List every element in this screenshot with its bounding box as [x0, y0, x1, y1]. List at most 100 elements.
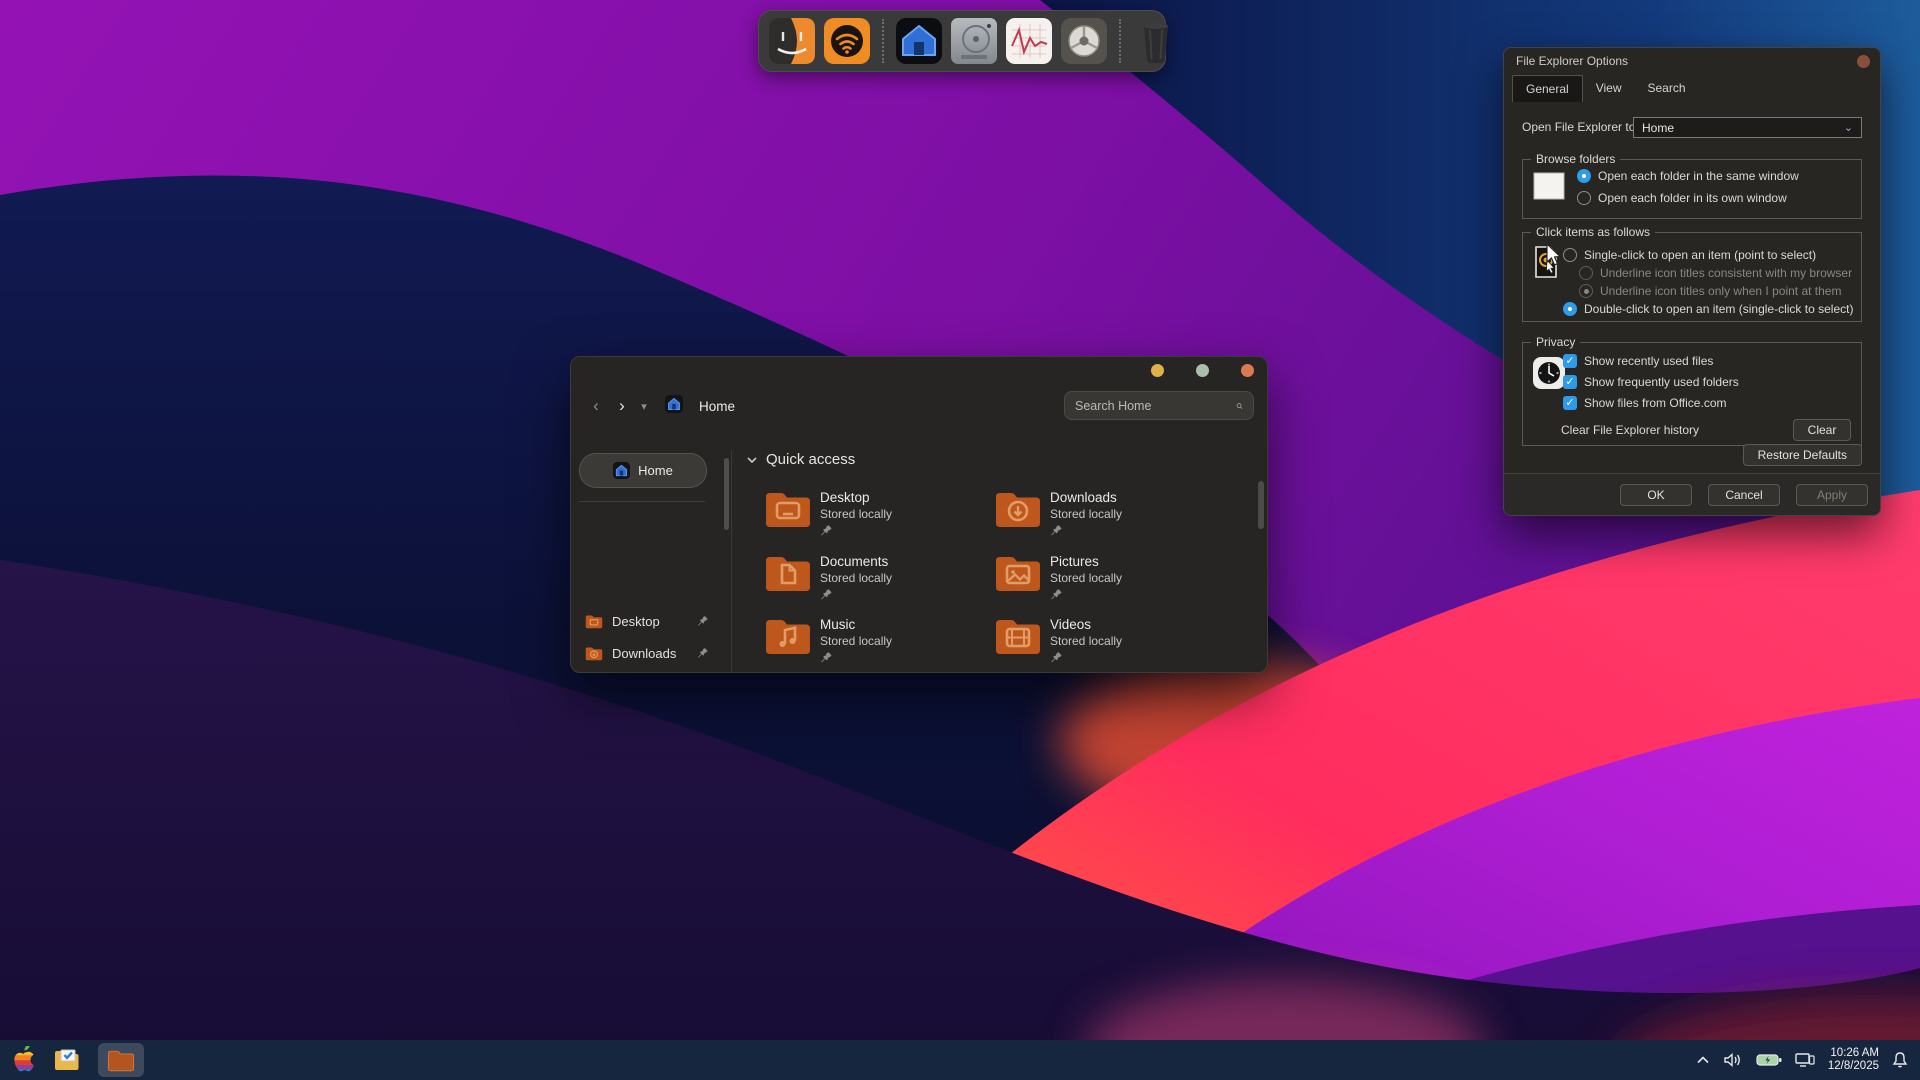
radio-icon[interactable]	[1563, 302, 1577, 316]
wifi-app-dock-icon[interactable]	[824, 18, 870, 64]
trash-dock-icon[interactable]	[1133, 18, 1179, 64]
cancel-button[interactable]: Cancel	[1708, 484, 1780, 506]
explorer-content: Quick access Desktop Stored locally Down…	[732, 446, 1267, 672]
checkbox-icon[interactable]: ✓	[1563, 396, 1577, 410]
documents-folder-icon	[764, 553, 812, 593]
open-to-label: Open File Explorer to:	[1522, 120, 1639, 134]
window-controls	[1151, 364, 1254, 377]
tab-general[interactable]: General	[1512, 75, 1583, 102]
sidebar-item-desktop[interactable]: Desktop	[585, 608, 717, 634]
close-button[interactable]	[1241, 364, 1254, 377]
option-same-window[interactable]: Open each folder in the same window	[1577, 169, 1799, 183]
clear-button[interactable]: Clear	[1793, 419, 1851, 441]
maximize-button[interactable]	[1196, 364, 1209, 377]
pin-icon	[697, 647, 709, 659]
radio-icon	[1579, 266, 1593, 280]
history-dropdown-icon[interactable]: ▾	[635, 400, 653, 413]
pin-icon	[820, 651, 833, 664]
radio-icon[interactable]	[1563, 248, 1577, 262]
sidebar-item-documents[interactable]: Documents	[585, 672, 717, 673]
checkbox-office-files[interactable]: ✓ Show files from Office.com	[1563, 396, 1727, 410]
forward-button[interactable]: ›	[609, 396, 635, 416]
music-folder-icon	[764, 616, 812, 656]
breadcrumb[interactable]: Home	[699, 399, 735, 414]
quick-access-item-desktop[interactable]: Desktop Stored locally	[764, 489, 892, 542]
sidebar-item-home[interactable]: Home	[579, 453, 707, 488]
sidebar-home-label: Home	[638, 463, 673, 478]
quick-access-item-pictures[interactable]: Pictures Stored locally	[994, 553, 1122, 606]
restore-defaults-button[interactable]: Restore Defaults	[1743, 444, 1862, 466]
radio-icon	[1579, 284, 1593, 298]
pin-icon	[697, 615, 709, 627]
videos-folder-icon	[994, 616, 1042, 656]
desktop: ‹ › ▾ Home	[0, 0, 1920, 1080]
hard-drive-dock-icon[interactable]	[951, 18, 997, 64]
quick-access-item-music[interactable]: Music Stored locally	[764, 616, 892, 669]
tab-view[interactable]: View	[1583, 75, 1635, 102]
dock-separator	[882, 19, 884, 63]
clear-history-label: Clear File Explorer history	[1561, 423, 1699, 437]
pin-icon	[820, 524, 833, 537]
tray-chevron-up-icon[interactable]	[1696, 1055, 1710, 1065]
checkbox-frequent-folders[interactable]: ✓ Show frequently used folders	[1563, 375, 1739, 389]
file-explorer-window: ‹ › ▾ Home	[570, 356, 1268, 673]
checkbox-icon[interactable]: ✓	[1563, 375, 1577, 389]
search-box[interactable]	[1064, 391, 1254, 420]
notifications-bell-icon[interactable]	[1892, 1051, 1908, 1069]
settings-dock-icon[interactable]	[1061, 18, 1107, 64]
radio-icon[interactable]	[1577, 191, 1591, 205]
clock-time: 10:26 AM	[1828, 1047, 1879, 1060]
quick-access-item-documents[interactable]: Documents Stored locally	[764, 553, 892, 606]
option-single-click[interactable]: Single-click to open an item (point to s…	[1563, 248, 1816, 262]
search-input[interactable]	[1075, 399, 1236, 413]
explorer-navbar: ‹ › ▾ Home	[571, 387, 1267, 425]
finder-dock-icon[interactable]	[769, 18, 815, 64]
browse-folders-icon	[1533, 172, 1565, 200]
explorer-sidebar: Home Desktop Downloads Documents	[571, 446, 731, 672]
chevron-down-icon	[746, 454, 758, 466]
checkbox-icon[interactable]: ✓	[1563, 354, 1577, 368]
content-scrollbar[interactable]	[1258, 481, 1264, 529]
pictures-folder-icon	[994, 553, 1042, 593]
checkbox-recent-files[interactable]: ✓ Show recently used files	[1563, 354, 1713, 368]
activity-monitor-dock-icon[interactable]	[1006, 18, 1052, 64]
open-to-select[interactable]: Home ⌄	[1633, 117, 1862, 138]
clock-date: 12/8/2025	[1828, 1060, 1879, 1073]
chevron-down-icon: ⌄	[1844, 121, 1853, 134]
dialog-close-button[interactable]	[1857, 55, 1870, 68]
tab-search[interactable]: Search	[1635, 75, 1699, 102]
home-breadcrumb-icon	[665, 395, 683, 418]
option-underline-point: Underline icon titles only when I point …	[1579, 284, 1841, 298]
start-apple-icon[interactable]	[12, 1046, 36, 1074]
dock-separator	[1119, 19, 1121, 63]
volume-icon[interactable]	[1723, 1052, 1743, 1068]
option-double-click[interactable]: Double-click to open an item (single-cli…	[1563, 302, 1853, 316]
quick-access-header[interactable]: Quick access	[746, 451, 855, 468]
battery-charging-icon[interactable]	[1756, 1053, 1782, 1067]
file-explorer-taskbar-button[interactable]	[98, 1043, 144, 1077]
quick-access-item-videos[interactable]: Videos Stored locally	[994, 616, 1122, 669]
pin-icon	[1050, 651, 1063, 664]
downloads-folder-icon	[994, 489, 1042, 529]
dialog-titlebar: File Explorer Options	[1504, 48, 1880, 74]
sidebar-item-downloads[interactable]: Downloads	[585, 640, 717, 666]
sidebar-scrollbar[interactable]	[724, 458, 729, 530]
network-display-icon[interactable]	[1795, 1052, 1815, 1068]
pin-icon	[1050, 588, 1063, 601]
apply-button[interactable]: Apply	[1796, 484, 1868, 506]
file-explorer-options-dialog: File Explorer Options General View Searc…	[1503, 47, 1881, 516]
click-items-group: Click items as follows Single-click to o…	[1522, 232, 1862, 322]
mail-check-app-icon[interactable]	[54, 1049, 80, 1071]
dialog-title: File Explorer Options	[1516, 54, 1628, 68]
option-own-window[interactable]: Open each folder in its own window	[1577, 191, 1787, 205]
radio-icon[interactable]	[1577, 169, 1591, 183]
taskbar-clock[interactable]: 10:26 AM 12/8/2025	[1828, 1047, 1879, 1073]
folder-icon	[585, 646, 603, 661]
minimize-button[interactable]	[1151, 364, 1164, 377]
search-icon	[1236, 399, 1243, 413]
home-app-dock-icon[interactable]	[896, 18, 942, 64]
quick-access-item-downloads[interactable]: Downloads Stored locally	[994, 489, 1122, 542]
dialog-tabs: General View Search	[1512, 75, 1699, 102]
back-button[interactable]: ‹	[583, 396, 609, 416]
ok-button[interactable]: OK	[1620, 484, 1692, 506]
